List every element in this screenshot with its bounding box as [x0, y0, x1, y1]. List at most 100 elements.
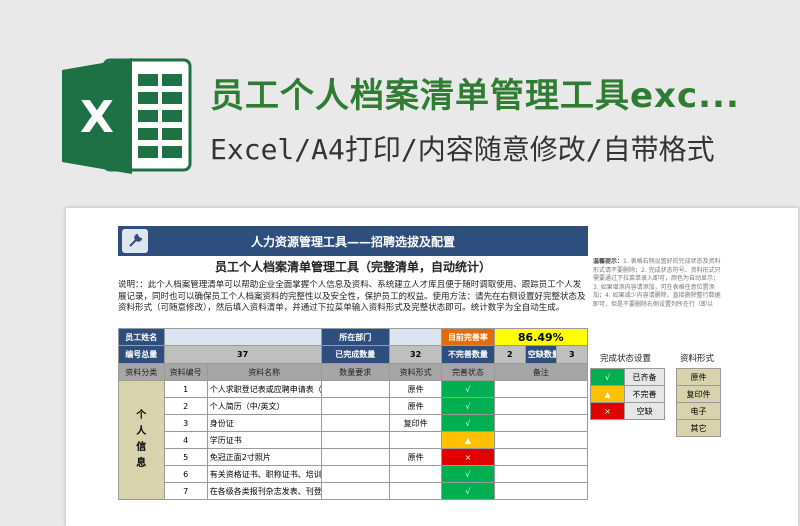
row-quantity[interactable]: [320, 448, 390, 466]
row-name[interactable]: 个人求职登记表或应聘申请表（附照片）: [206, 380, 322, 398]
row-form[interactable]: 原件: [388, 397, 443, 415]
wrench-icon: [122, 229, 148, 253]
col-remarks: 备注: [493, 363, 589, 381]
form-legend: 原件 复印件 电子 其它: [676, 368, 721, 437]
employee-name-input[interactable]: [163, 328, 322, 346]
row-remarks[interactable]: [493, 380, 589, 398]
row-remarks[interactable]: [493, 397, 589, 415]
row-status[interactable]: ×: [441, 448, 495, 466]
row-number: 3: [163, 414, 208, 432]
incomplete-missing-group: 2空缺数量3: [493, 345, 589, 364]
column-header-row: 资料分类 资料编号 资料名称 数量要求 资料形式 完善状态 备注: [118, 363, 589, 381]
summary-row-1: 员工姓名 所在部门 目前完善率 86.49%: [118, 328, 589, 346]
row-remarks[interactable]: [493, 414, 589, 432]
page: X 员工个人档案清单管理工具exc... Excel/A4打印/内容随意修改/自…: [0, 0, 800, 526]
category-label: 个人信息: [136, 410, 147, 469]
table-row: 3 身份证 复印件 √: [119, 414, 589, 432]
legend-label: 空缺: [624, 402, 665, 420]
row-form[interactable]: 原件: [388, 380, 443, 398]
category-cell: 个人信息: [118, 380, 165, 500]
archive-table: 员工姓名 所在部门 目前完善率 86.49% 编号总量 37 已完成数量 32 …: [118, 328, 589, 500]
row-number: 6: [163, 465, 208, 483]
form-option: 其它: [676, 419, 721, 437]
row-status[interactable]: √: [441, 397, 495, 415]
department-input[interactable]: [388, 328, 443, 346]
legend-label: 不完善: [624, 385, 665, 403]
page-subtitle: Excel/A4打印/内容随意修改/自带格式: [210, 133, 715, 166]
row-remarks[interactable]: [493, 465, 589, 483]
done-count-value: 32: [388, 345, 443, 364]
col-category: 资料分类: [118, 363, 165, 381]
row-number: 5: [163, 448, 208, 466]
spreadsheet-preview: 人力资源管理工具——招聘选拔及配置 员工个人档案清单管理工具（完整清单，自动统计…: [66, 208, 798, 526]
row-remarks[interactable]: [493, 482, 589, 500]
row-quantity[interactable]: [320, 397, 390, 415]
row-form[interactable]: [388, 465, 443, 483]
table-row: 7 在各级各类报刊杂志发表、刊登文章 √: [119, 482, 589, 500]
row-number: 4: [163, 431, 208, 449]
row-quantity[interactable]: [320, 414, 390, 432]
form-option: 复印件: [676, 385, 721, 403]
row-quantity[interactable]: [320, 431, 390, 449]
svg-text:X: X: [80, 92, 114, 143]
row-status[interactable]: √: [441, 414, 495, 432]
department-label: 所在部门: [320, 328, 390, 346]
col-number: 资料编号: [163, 363, 208, 381]
sheet-banner: 人力资源管理工具——招聘选拔及配置: [118, 226, 588, 256]
row-name[interactable]: 学历证书: [206, 431, 322, 449]
row-name[interactable]: 个人简历（中/英文）: [206, 397, 322, 415]
row-form[interactable]: 原件: [388, 448, 443, 466]
row-name[interactable]: 免冠正面2寸照片: [206, 448, 322, 466]
legend-symbol: √: [590, 368, 625, 386]
row-remarks[interactable]: [493, 448, 589, 466]
legend-row: √ 已齐备: [590, 368, 665, 386]
sheet-title: 员工个人档案清单管理工具（完整清单，自动统计）: [214, 260, 491, 274]
table-row: 2 个人简历（中/英文） 原件 √: [119, 397, 589, 415]
summary-row-2: 编号总量 37 已完成数量 32 不完善数量 2空缺数量3: [118, 345, 589, 364]
banner-text: 人力资源管理工具——招聘选拔及配置: [250, 234, 455, 249]
sheet-description: 说明：：此个人档案管理清单可以帮助企业全面掌握个人信息及资料、系统建立人才库且便…: [118, 280, 586, 313]
tips-label: 温馨提示：: [593, 258, 624, 265]
form-option: 原件: [676, 368, 721, 386]
form-legend-title: 资料形式: [680, 354, 715, 364]
completion-rate-value: 86.49%: [493, 328, 589, 346]
row-form[interactable]: [388, 431, 443, 449]
status-legend: √ 已齐备 ▲ 不完善 × 空缺: [590, 368, 665, 420]
missing-count-label: 空缺数量: [525, 346, 557, 363]
row-quantity[interactable]: [320, 380, 390, 398]
missing-count-value: 3: [556, 346, 587, 363]
incomplete-count-label: 不完善数量: [441, 345, 495, 364]
status-legend-title: 完成状态设置: [600, 354, 652, 364]
page-title: 员工个人档案清单管理工具exc...: [210, 76, 740, 116]
row-name[interactable]: 身份证: [206, 414, 322, 432]
col-name: 资料名称: [206, 363, 322, 381]
row-form[interactable]: [388, 482, 443, 500]
col-form: 资料形式: [388, 363, 443, 381]
row-status[interactable]: ▲: [441, 431, 495, 449]
table-row: 个人信息 1 个人求职登记表或应聘申请表（附照片） 原件 √: [118, 380, 589, 500]
legend-label: 已齐备: [624, 368, 665, 386]
row-number: 7: [163, 482, 208, 500]
completion-rate-label: 目前完善率: [441, 328, 495, 346]
form-option: 电子: [676, 402, 721, 420]
done-count-label: 已完成数量: [320, 345, 390, 364]
col-quantity: 数量要求: [320, 363, 390, 381]
row-number: 2: [163, 397, 208, 415]
legend-symbol: ▲: [590, 385, 625, 403]
row-quantity[interactable]: [320, 465, 390, 483]
row-status[interactable]: √: [441, 380, 495, 398]
row-name[interactable]: 有关资格证书、职称证书、培训证书: [206, 465, 322, 483]
row-name[interactable]: 在各级各类报刊杂志发表、刊登文章: [206, 482, 322, 500]
legend-symbol: ×: [590, 402, 625, 420]
row-status[interactable]: √: [441, 482, 495, 500]
legend-row: × 空缺: [590, 402, 665, 420]
excel-logo-icon: X: [62, 58, 192, 174]
table-row: 4 学历证书 ▲: [119, 431, 589, 449]
row-remarks[interactable]: [493, 431, 589, 449]
table-row: 6 有关资格证书、职称证书、培训证书 √: [119, 465, 589, 483]
col-status: 完善状态: [441, 363, 495, 381]
table-row: 5 免冠正面2寸照片 原件 ×: [119, 448, 589, 466]
row-form[interactable]: 复印件: [388, 414, 443, 432]
row-quantity[interactable]: [320, 482, 390, 500]
row-status[interactable]: √: [441, 465, 495, 483]
